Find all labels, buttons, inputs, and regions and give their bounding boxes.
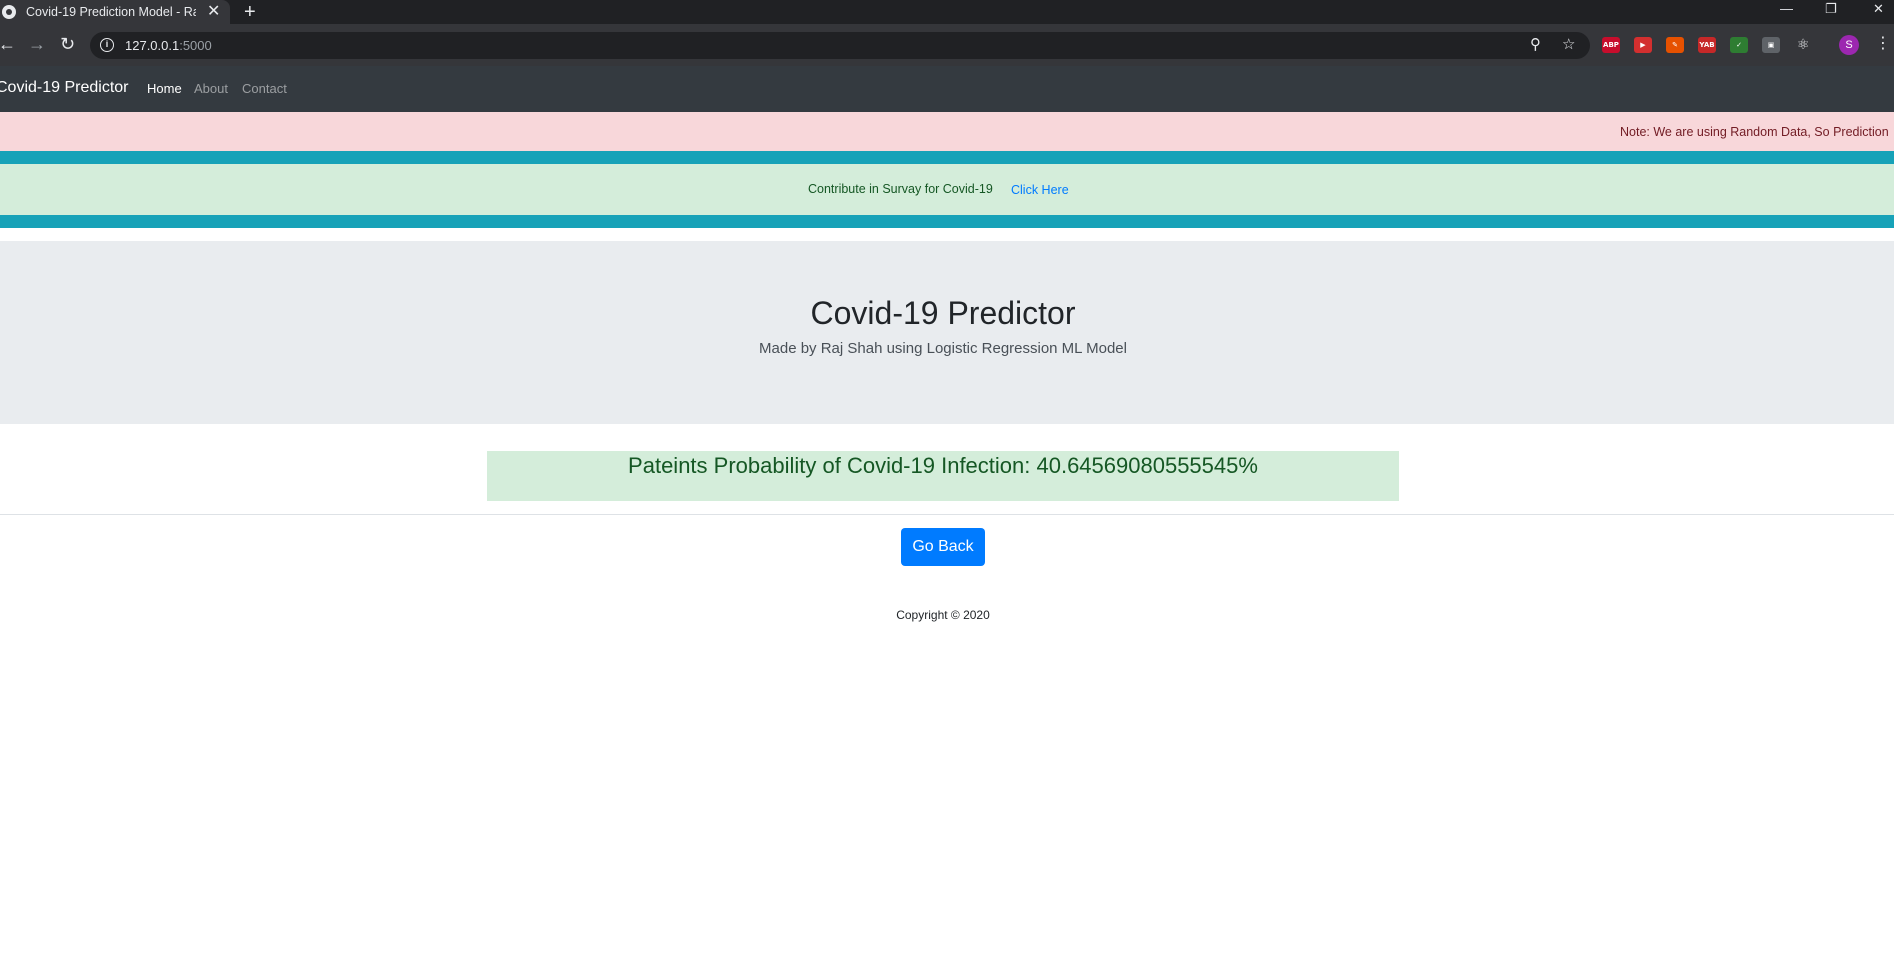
profile-avatar[interactable]: S (1839, 35, 1859, 55)
close-window-icon[interactable]: ✕ (1873, 0, 1884, 20)
zoom-icon[interactable]: ⚲ (1530, 35, 1541, 55)
react-devtools-icon[interactable]: ⚛ (1794, 37, 1812, 53)
address-bar[interactable]: i 127.0.0.1:5000 ⚲ ☆ (90, 32, 1590, 59)
prediction-result-box: Pateints Probability of Covid-19 Infecti… (487, 451, 1399, 501)
back-icon[interactable]: ← (0, 34, 16, 54)
restore-icon[interactable]: ❐ (1825, 0, 1837, 20)
browser-menu-icon[interactable]: ⋮ (1875, 34, 1891, 54)
hero-jumbotron: Covid-19 Predictor Made by Raj Shah usin… (0, 241, 1894, 424)
reload-icon[interactable]: ↻ (60, 34, 75, 54)
forward-icon[interactable]: → (28, 34, 46, 54)
teal-divider-bottom (0, 215, 1894, 228)
prediction-result-text: Pateints Probability of Covid-19 Infecti… (628, 453, 1258, 478)
adblock-plus-icon[interactable]: ABP (1602, 37, 1620, 53)
go-back-button[interactable]: Go Back (901, 528, 985, 566)
tab-title: Covid-19 Prediction Model - Raj (26, 5, 196, 19)
survey-alert: Contribute in Survay for Covid-19 Click … (0, 164, 1894, 215)
new-tab-icon[interactable]: + (244, 0, 256, 24)
ext-shield-icon[interactable]: ✓ (1730, 37, 1748, 53)
survey-link[interactable]: Click Here (1011, 182, 1069, 198)
ext-red-icon[interactable]: ▶ (1634, 37, 1652, 53)
url-text: 127.0.0.1:5000 (125, 38, 212, 53)
nav-link-home[interactable]: Home (147, 81, 182, 97)
browser-toolbar: ← → ↻ i 127.0.0.1:5000 ⚲ ☆ ABP ▶ ✎ YAB ✓… (0, 24, 1894, 66)
minimize-icon[interactable]: — (1780, 0, 1793, 20)
random-data-alert: Note: We are using Random Data, So Predi… (0, 112, 1894, 151)
globe-icon (2, 5, 16, 19)
ext-yab-icon[interactable]: YAB (1698, 37, 1716, 53)
teal-divider-top (0, 151, 1894, 164)
browser-tab-strip: Covid-19 Prediction Model - Raj ✕ + — ❐ … (0, 0, 1894, 24)
survey-text: Contribute in Survay for Covid-19 (808, 182, 993, 196)
nav-link-contact[interactable]: Contact (242, 81, 287, 97)
bookmark-star-icon[interactable]: ☆ (1562, 35, 1575, 55)
close-tab-icon[interactable]: ✕ (207, 2, 220, 22)
page-subtitle: Made by Raj Shah using Logistic Regressi… (759, 340, 1127, 357)
ext-grey-icon[interactable]: ▣ (1762, 37, 1780, 53)
navbar-brand[interactable]: Covid-19 Predictor (0, 78, 129, 98)
horizontal-rule (0, 514, 1894, 515)
page-title: Covid-19 Predictor (810, 295, 1076, 331)
info-icon[interactable]: i (100, 38, 114, 52)
alert-note-text: Note: We are using Random Data, So Predi… (1620, 125, 1889, 139)
footer-copyright: Copyright © 2020 (896, 608, 990, 622)
ext-orange-icon[interactable]: ✎ (1666, 37, 1684, 53)
site-navbar: Covid-19 Predictor Home About Contact (0, 66, 1894, 112)
nav-link-about[interactable]: About (194, 81, 228, 97)
browser-tab[interactable]: Covid-19 Prediction Model - Raj ✕ (0, 0, 230, 24)
